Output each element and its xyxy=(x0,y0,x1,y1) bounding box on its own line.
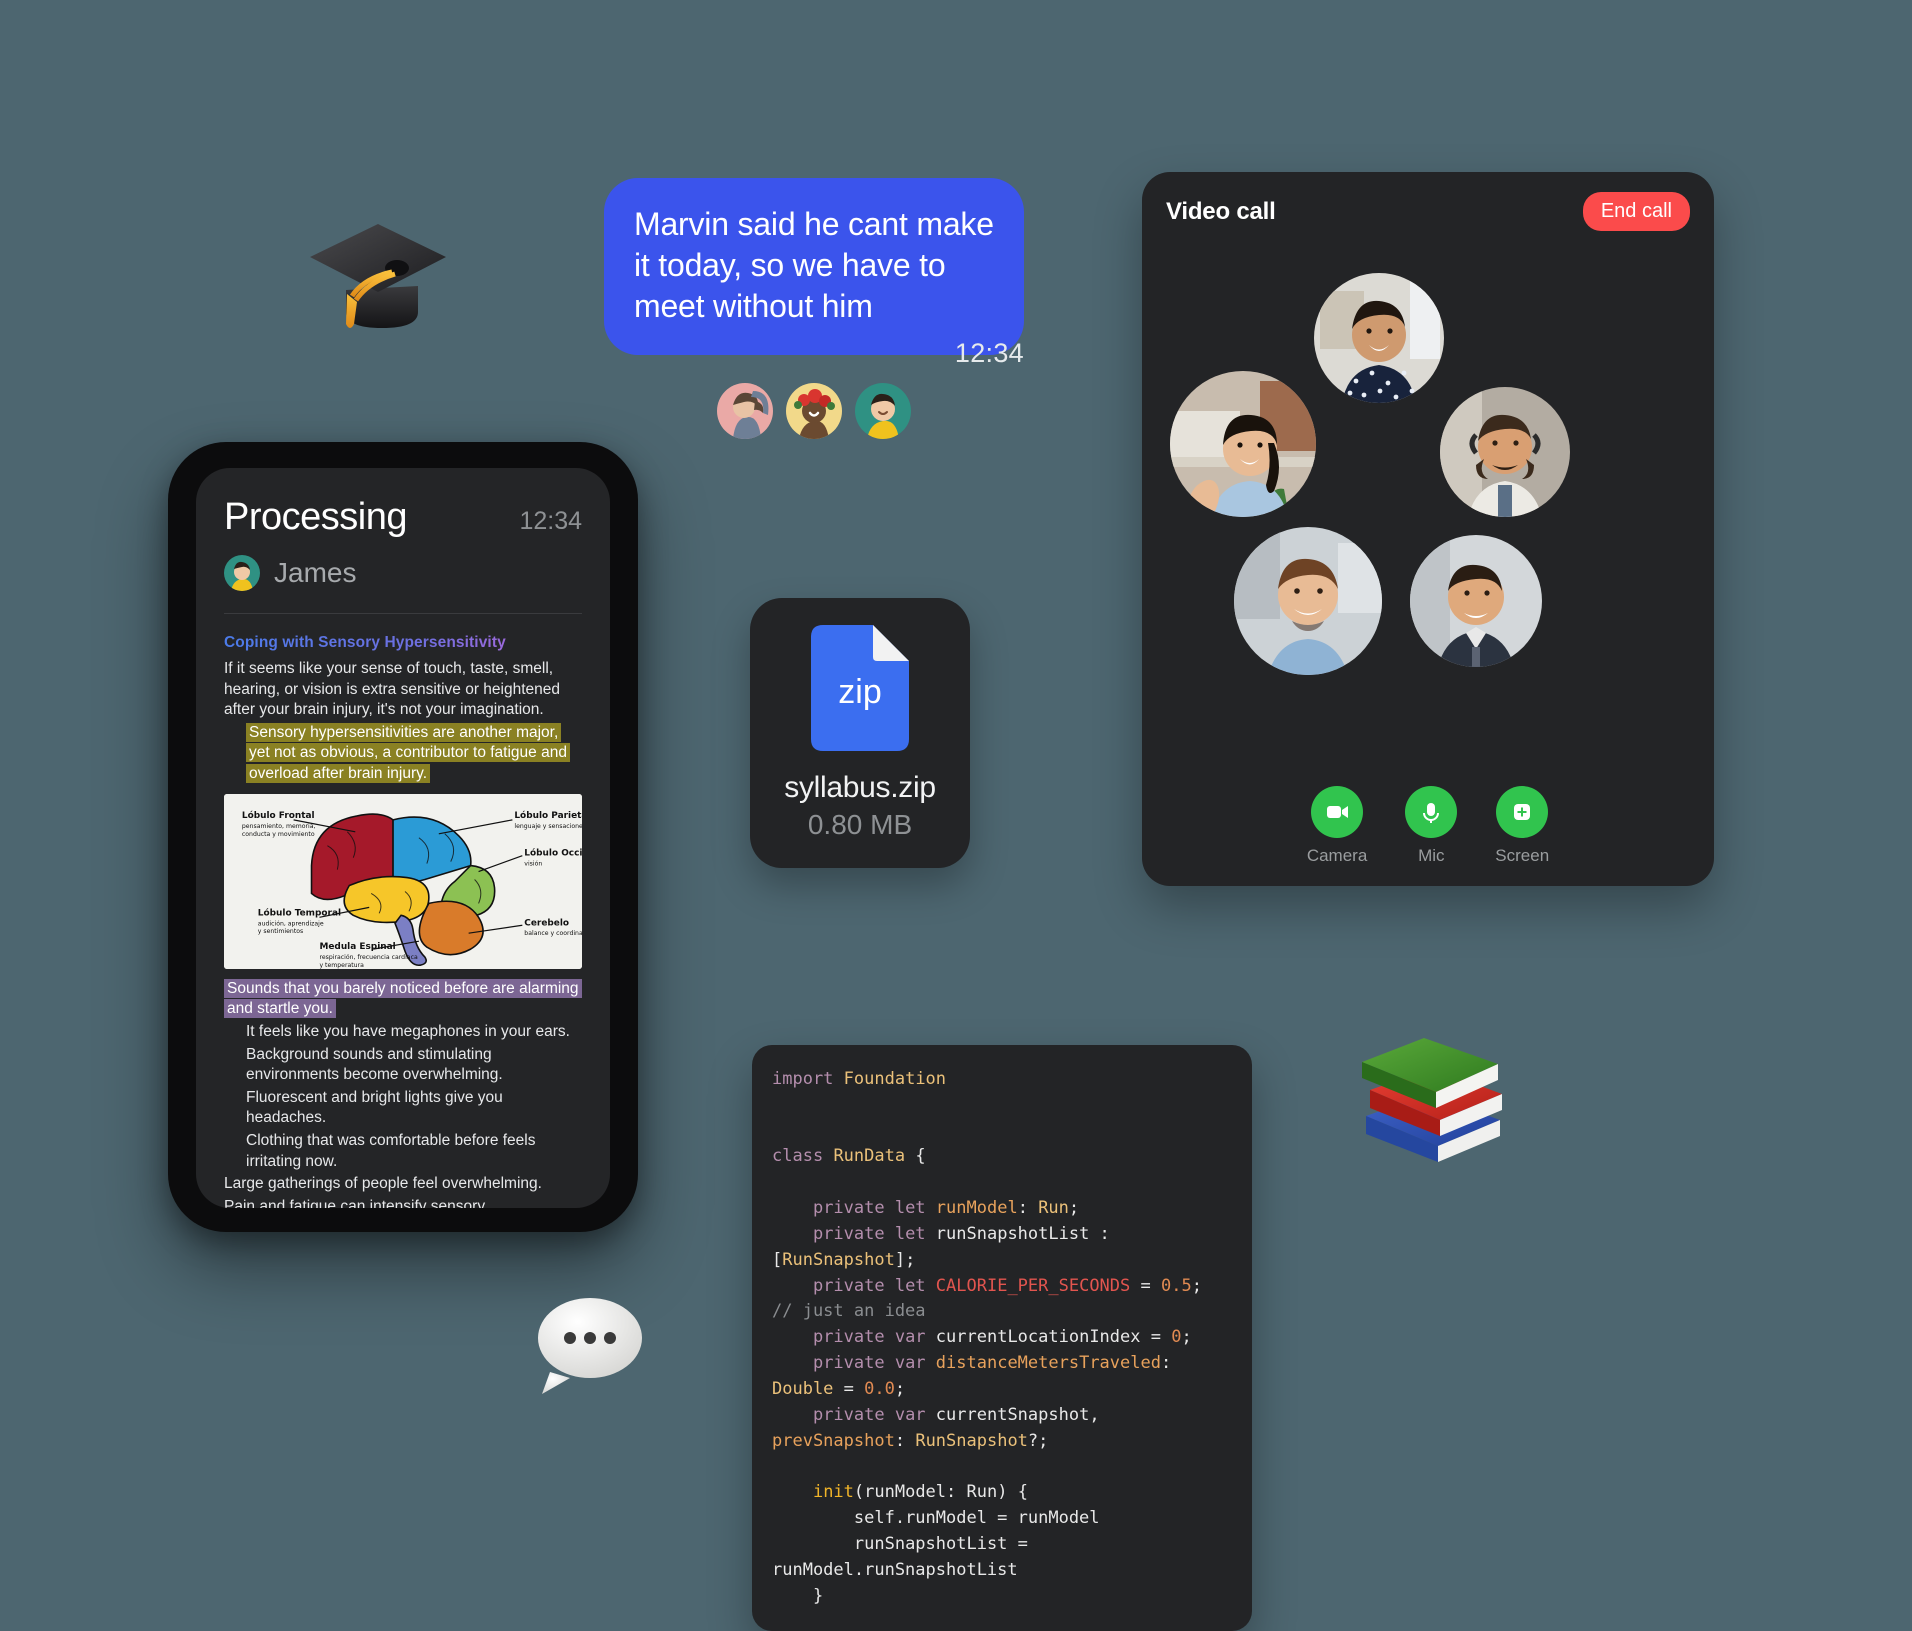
avatar[interactable] xyxy=(224,555,260,591)
code-snippet-panel[interactable]: import Foundation class RunData { privat… xyxy=(752,1045,1252,1631)
speech-balloon-icon xyxy=(530,1290,650,1400)
video-camera-icon[interactable] xyxy=(1311,786,1364,838)
call-controls: Camera Mic Screen xyxy=(1142,786,1714,866)
video-call-title: Video call xyxy=(1166,197,1276,225)
article-bullet: Background sounds and stimulating enviro… xyxy=(246,1045,503,1084)
author-name: James xyxy=(274,557,357,588)
article-header: Processing 12:34 James xyxy=(196,468,610,591)
video-call-panel: Video call End call Camera Mic Screen xyxy=(1142,172,1714,886)
status-time: 12:34 xyxy=(519,507,582,535)
file-size: 0.80 MB xyxy=(807,809,913,840)
participant-avatar[interactable] xyxy=(1234,527,1382,675)
svg-text:visión: visión xyxy=(524,859,542,867)
participant-avatar[interactable] xyxy=(1440,387,1570,517)
participant-avatar[interactable] xyxy=(1170,371,1316,517)
author-row: James xyxy=(224,555,582,591)
article-body: Coping with Sensory Hypersensitivity If … xyxy=(196,614,610,1208)
svg-text:balance y coordinación: balance y coordinación xyxy=(524,929,582,937)
message-reactors xyxy=(604,383,1024,439)
screen-control[interactable]: Screen xyxy=(1495,786,1549,866)
file-name: syllabus.zip xyxy=(784,771,936,804)
participant-avatar[interactable] xyxy=(1314,273,1444,403)
article-bullet: It feels like you have megaphones in you… xyxy=(246,1022,570,1040)
svg-text:Medula Espinal: Medula Espinal xyxy=(319,942,395,952)
zip-badge-label: zip xyxy=(838,673,881,711)
video-call-header: Video call End call xyxy=(1142,172,1714,231)
camera-control[interactable]: Camera xyxy=(1307,786,1367,866)
svg-text:Lóbulo Parietal: Lóbulo Parietal xyxy=(514,810,582,821)
svg-text:Lóbulo Temporal: Lóbulo Temporal xyxy=(258,907,341,918)
participant-avatar[interactable] xyxy=(1410,535,1542,667)
article-bullet: Clothing that was comfortable before fee… xyxy=(246,1131,536,1170)
article-bullet: Fluorescent and bright lights give you h… xyxy=(246,1088,503,1127)
brain-lobes-diagram: Lóbulo Frontal pensamiento, memoria, con… xyxy=(224,793,582,969)
article-heading: Coping with Sensory Hypersensitivity xyxy=(224,634,582,652)
participants-grid xyxy=(1142,231,1714,731)
article-paragraph: Large gatherings of people feel overwhel… xyxy=(224,1175,542,1193)
mic-control[interactable]: Mic xyxy=(1405,786,1458,866)
phone-screen: Processing 12:34 James Coping with Senso… xyxy=(196,468,610,1208)
article-paragraph: Pain and fatigue can intensify sensory h… xyxy=(224,1197,486,1208)
svg-text:respiración, frecuencia cardia: respiración, frecuencia cardiaca xyxy=(319,953,417,961)
mic-label: Mic xyxy=(1418,846,1445,865)
camera-label: Camera xyxy=(1306,846,1368,865)
books-icon xyxy=(1350,1020,1510,1170)
file-attachment-card[interactable]: zip syllabus.zip 0.80 MB xyxy=(750,598,970,868)
avatar[interactable] xyxy=(855,383,911,439)
svg-text:conducta y movimiento: conducta y movimiento xyxy=(242,830,315,837)
end-call-button[interactable]: End call xyxy=(1582,192,1690,231)
canvas: Marvin said he cant make it today, so we… xyxy=(0,0,1912,1631)
chat-message-bubble[interactable]: Marvin said he cant make it today, so we… xyxy=(604,178,1024,355)
article-paragraph: If it seems like your sense of touch, ta… xyxy=(224,660,561,719)
screen-label: Screen xyxy=(1495,846,1550,865)
svg-text:Cerebelo: Cerebelo xyxy=(524,918,569,928)
avatar[interactable] xyxy=(786,383,842,439)
svg-text:lenguaje y sensaciones: lenguaje y sensaciones xyxy=(514,822,582,829)
svg-text:pensamiento, memoria,: pensamiento, memoria, xyxy=(242,822,316,829)
graduation-cap-icon xyxy=(300,212,450,342)
highlighted-text-olive: Sensory hypersensitivities are another m… xyxy=(246,722,582,785)
svg-text:Lóbulo Occipital: Lóbulo Occipital xyxy=(524,847,582,858)
phone-device: Processing 12:34 James Coping with Senso… xyxy=(168,442,638,1232)
svg-text:Lóbulo Frontal: Lóbulo Frontal xyxy=(242,810,315,821)
svg-text:y sentimientos: y sentimientos xyxy=(258,928,303,935)
avatar[interactable] xyxy=(717,383,773,439)
share-screen-icon[interactable] xyxy=(1496,786,1549,838)
microphone-icon[interactable] xyxy=(1405,786,1458,838)
svg-text:audición, aprendizaje: audición, aprendizaje xyxy=(258,919,324,927)
zip-file-icon: zip xyxy=(811,625,909,751)
highlighted-text-purple: Sounds that you barely noticed before ar… xyxy=(224,978,582,1020)
page-title: Processing xyxy=(224,496,407,538)
message-timestamp: 12:34 xyxy=(954,338,1024,368)
svg-text:y temperatura: y temperatura xyxy=(319,962,364,969)
